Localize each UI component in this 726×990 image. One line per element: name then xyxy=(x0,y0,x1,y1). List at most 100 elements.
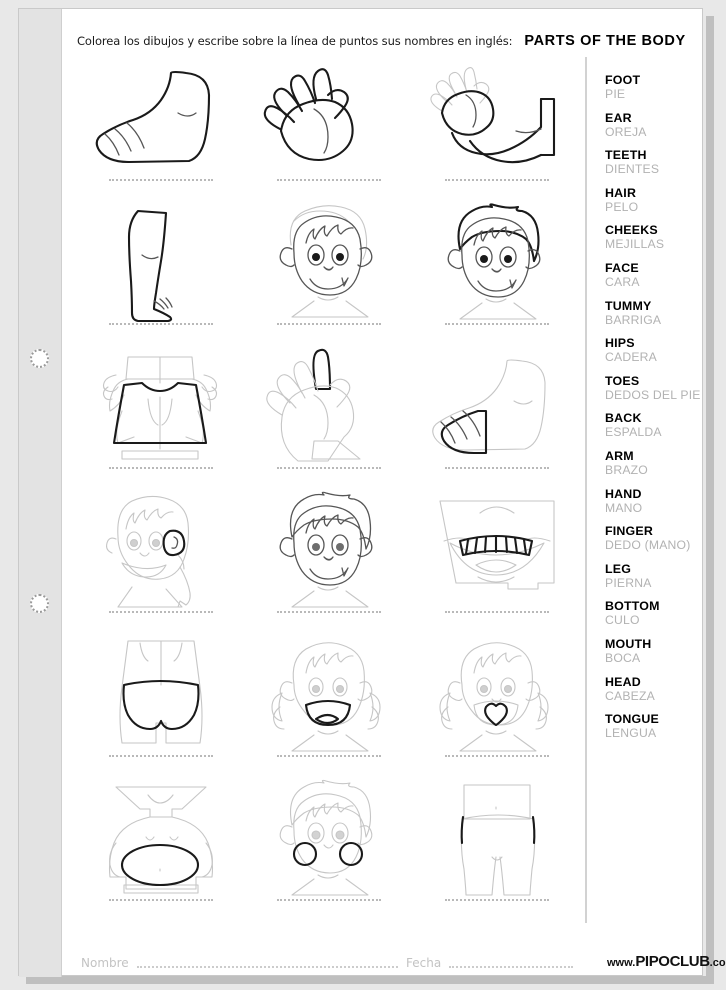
grid-cell-leg[interactable] xyxy=(77,205,245,349)
answer-line[interactable] xyxy=(445,323,549,325)
word-item-teeth: TEETH DIENTES xyxy=(605,148,704,176)
word-english: HAND xyxy=(605,486,642,501)
word-english: CHEEKS xyxy=(605,223,658,238)
word-item-tummy: TUMMY BARRIGA xyxy=(605,299,704,327)
ear-illustration xyxy=(86,493,236,608)
word-english: BACK xyxy=(605,411,642,426)
word-spanish: LENGUA xyxy=(605,726,657,741)
answer-line[interactable] xyxy=(109,323,213,325)
answer-line[interactable] xyxy=(277,467,381,469)
answer-line[interactable] xyxy=(445,467,549,469)
grid-cell-toes[interactable] xyxy=(413,349,581,493)
grid-cell-back[interactable] xyxy=(77,349,245,493)
word-item-bottom: BOTTOM CULO xyxy=(605,599,704,627)
grid-cell-hair[interactable] xyxy=(413,203,581,349)
grid-cell-tongue[interactable] xyxy=(413,637,581,781)
face-illustration xyxy=(254,205,404,320)
word-english: EAR xyxy=(605,110,632,125)
binder-margin-strip xyxy=(19,9,62,977)
word-spanish: MEJILLAS xyxy=(605,237,665,252)
word-item-mouth: MOUTH BOCA xyxy=(605,637,704,665)
name-label: Nombre xyxy=(81,956,129,970)
answer-line[interactable] xyxy=(445,899,549,901)
word-english: HEAD xyxy=(605,674,641,689)
answer-line[interactable] xyxy=(277,755,381,757)
grid-cell-mouth[interactable] xyxy=(245,637,413,781)
bottom-illustration xyxy=(86,637,236,752)
name-input-line[interactable] xyxy=(136,959,399,968)
word-english: FACE xyxy=(605,260,639,275)
word-item-hips: HIPS CADERA xyxy=(605,336,704,364)
brand-suffix: .com xyxy=(709,957,726,969)
brand-prefix: www. xyxy=(607,957,636,969)
answer-line[interactable] xyxy=(109,755,213,757)
grid-cell-ear[interactable] xyxy=(77,493,245,637)
tummy-illustration xyxy=(86,781,236,896)
worksheet-header: Colorea los dibujos y escribe sobre la l… xyxy=(77,33,685,59)
word-item-head: HEAD CABEZA xyxy=(605,675,704,703)
grid-cell-bottom[interactable] xyxy=(77,637,245,781)
main-content: FOOT PIE EAR OREJA TEETH DIENTES HAIR PE… xyxy=(63,57,704,939)
answer-line[interactable] xyxy=(277,611,381,613)
grid-cell-foot[interactable] xyxy=(77,61,245,205)
answer-line[interactable] xyxy=(445,755,549,757)
word-english: HAIR xyxy=(605,185,637,200)
word-spanish: PIERNA xyxy=(605,575,652,590)
word-english: FOOT xyxy=(605,73,641,87)
word-english: HIPS xyxy=(605,336,635,351)
word-spanish: OREJA xyxy=(605,124,647,139)
binder-hole-bottom xyxy=(30,594,49,613)
hand-illustration xyxy=(254,61,404,176)
grid-cell-teeth[interactable] xyxy=(413,493,581,637)
answer-line[interactable] xyxy=(277,179,381,181)
brand-name: PIPOCLUB xyxy=(635,953,710,970)
grid-cell-hand[interactable] xyxy=(245,61,413,205)
answer-line[interactable] xyxy=(109,611,213,613)
hair-illustration xyxy=(422,203,572,320)
page-shadow-bottom xyxy=(26,976,714,984)
answer-line[interactable] xyxy=(109,467,213,469)
picture-grid xyxy=(63,57,581,939)
word-item-hand: HAND MANO xyxy=(605,487,704,515)
word-item-back: BACK ESPALDA xyxy=(605,411,704,439)
brand-watermark[interactable]: www.PIPOCLUB.com xyxy=(607,953,726,970)
answer-line[interactable] xyxy=(445,179,549,181)
grid-cell-finger[interactable] xyxy=(245,348,413,493)
word-item-tongue: TONGUE LENGUA xyxy=(605,712,704,740)
word-english: MOUTH xyxy=(605,636,652,651)
vocabulary-list: FOOT PIE EAR OREJA TEETH DIENTES HAIR PE… xyxy=(587,57,704,939)
word-item-cheeks: CHEEKS MEJILLAS xyxy=(605,223,704,251)
grid-cell-arm[interactable] xyxy=(413,61,581,205)
answer-line[interactable] xyxy=(109,899,213,901)
answer-line[interactable] xyxy=(109,179,213,181)
word-spanish: CABEZA xyxy=(605,688,655,703)
word-item-face: FACE CARA xyxy=(605,261,704,289)
date-input-line[interactable] xyxy=(449,959,573,968)
arm-illustration xyxy=(422,61,572,176)
grid-cell-hips[interactable] xyxy=(413,781,581,925)
binder-hole-top xyxy=(30,349,49,368)
grid-cell-head[interactable] xyxy=(245,491,413,637)
leg-illustration xyxy=(86,205,236,323)
word-spanish: BRAZO xyxy=(605,462,648,477)
page-shadow-right xyxy=(706,16,714,980)
word-spanish: PELO xyxy=(605,199,639,214)
tongue-illustration xyxy=(422,637,572,752)
word-spanish: DIENTES xyxy=(605,162,660,177)
word-spanish: CADERA xyxy=(605,350,657,365)
word-spanish: PIE xyxy=(605,87,626,101)
word-english: TOES xyxy=(605,373,640,388)
answer-line[interactable] xyxy=(277,323,381,325)
cheeks-illustration xyxy=(254,779,404,896)
answer-line[interactable] xyxy=(277,899,381,901)
word-spanish: BOCA xyxy=(605,650,641,665)
answer-line[interactable] xyxy=(445,611,549,613)
grid-cell-tummy[interactable] xyxy=(77,781,245,925)
grid-cell-face[interactable] xyxy=(245,205,413,349)
word-item-leg: LEG PIERNA xyxy=(605,562,704,590)
word-item-toes: TOES DEDOS DEL PIE xyxy=(605,374,704,402)
word-english: LEG xyxy=(605,561,632,576)
word-spanish: MANO xyxy=(605,500,643,515)
teeth-illustration xyxy=(422,493,572,608)
grid-cell-cheeks[interactable] xyxy=(245,779,413,925)
